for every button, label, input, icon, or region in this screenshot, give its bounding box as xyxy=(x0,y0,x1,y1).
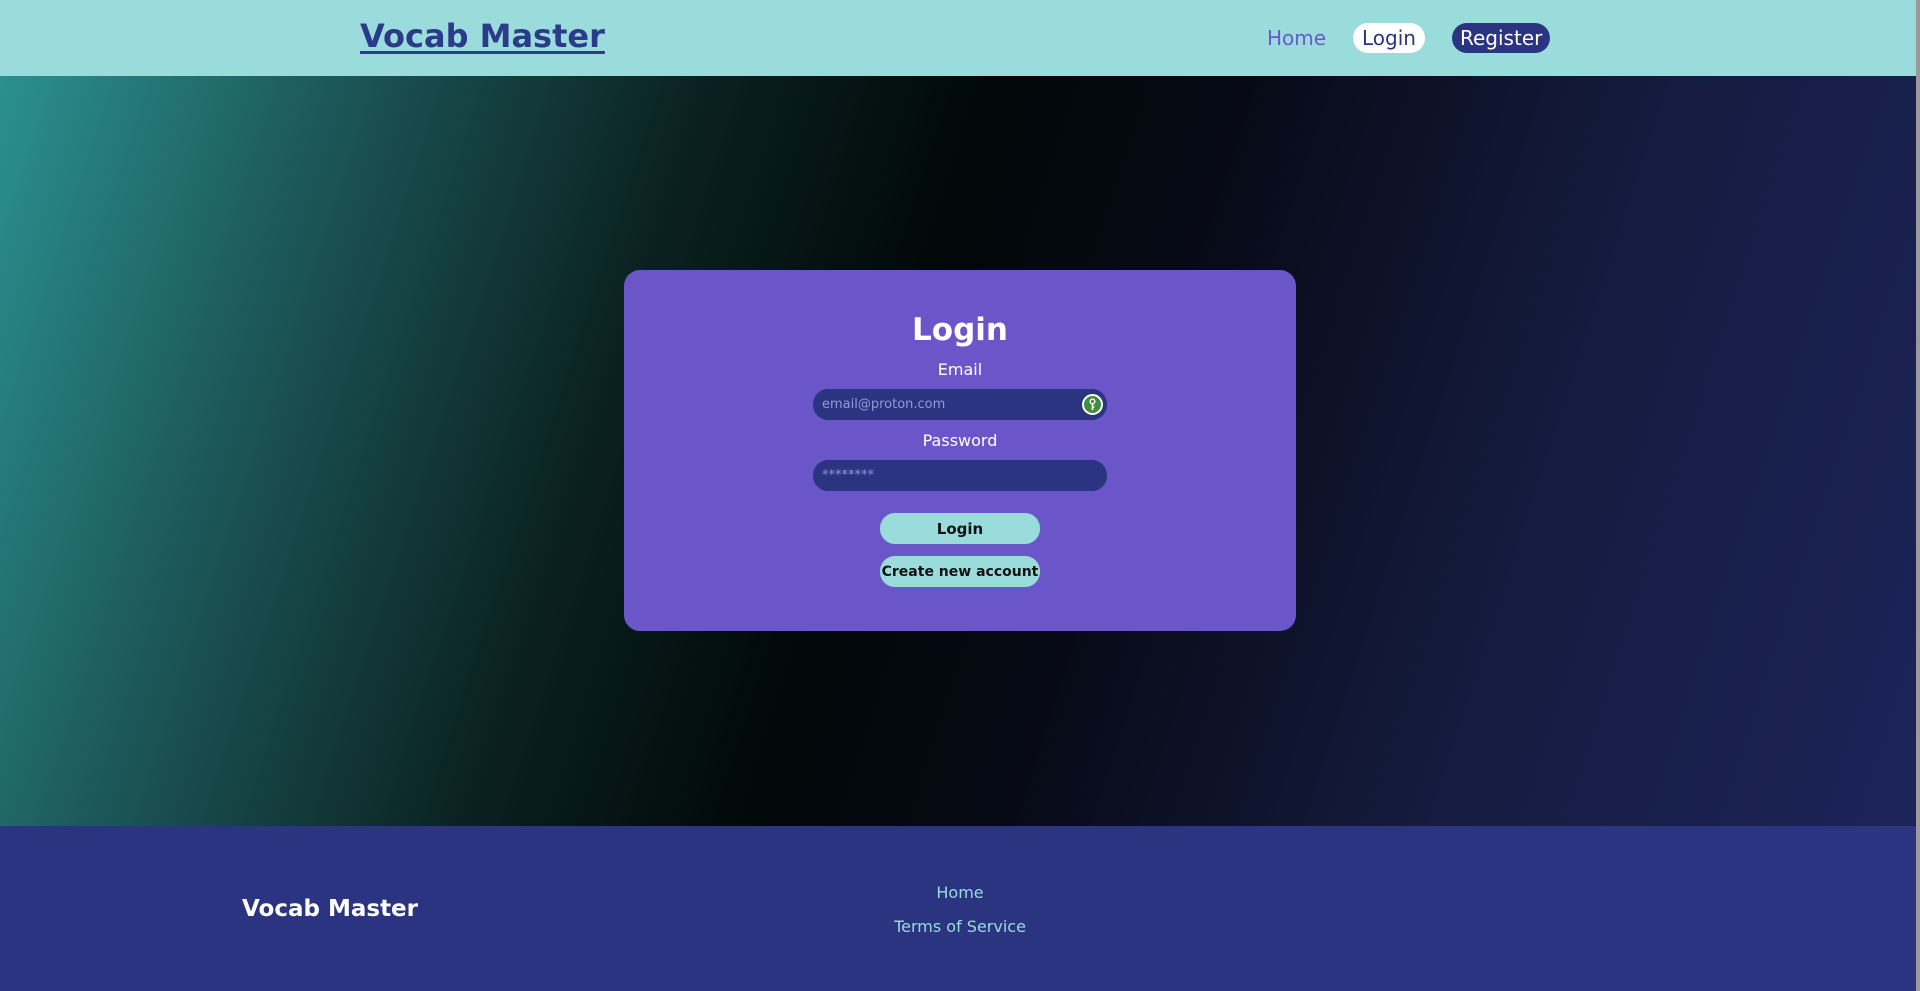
nav-register-link[interactable]: Register xyxy=(1452,23,1551,53)
email-label: Email xyxy=(937,360,983,379)
login-card: Login Email Password Login Create new ac… xyxy=(624,270,1296,631)
password-manager-icon[interactable] xyxy=(1082,394,1103,415)
nav-login-link[interactable]: Login xyxy=(1353,23,1425,53)
site-header: Vocab Master Home Login Register xyxy=(0,0,1916,76)
create-account-button[interactable]: Create new account xyxy=(880,556,1040,587)
brand-link[interactable]: Vocab Master xyxy=(360,17,605,55)
footer-link-home-row: Home xyxy=(0,883,1920,902)
footer-link-home[interactable]: Home xyxy=(936,883,983,902)
email-input[interactable] xyxy=(813,389,1107,420)
footer-link-tos-row: Terms of Service xyxy=(0,917,1920,936)
login-title: Login xyxy=(912,312,1008,348)
footer-link-terms[interactable]: Terms of Service xyxy=(894,917,1026,936)
page: Vocab Master Home Login Register Login E… xyxy=(0,0,1920,991)
nav-home-link[interactable]: Home xyxy=(1267,26,1326,50)
site-footer: Vocab Master Home Terms of Service xyxy=(0,826,1916,991)
key-glyph-icon xyxy=(1089,398,1096,410)
scrollbar-track[interactable] xyxy=(1916,0,1920,991)
password-input[interactable] xyxy=(813,460,1107,491)
content-area: Vocab Master Home Login Register Login E… xyxy=(0,0,1916,991)
scrollbar-thumb[interactable] xyxy=(1916,0,1920,991)
password-label: Password xyxy=(922,431,998,450)
login-button[interactable]: Login xyxy=(880,513,1040,544)
